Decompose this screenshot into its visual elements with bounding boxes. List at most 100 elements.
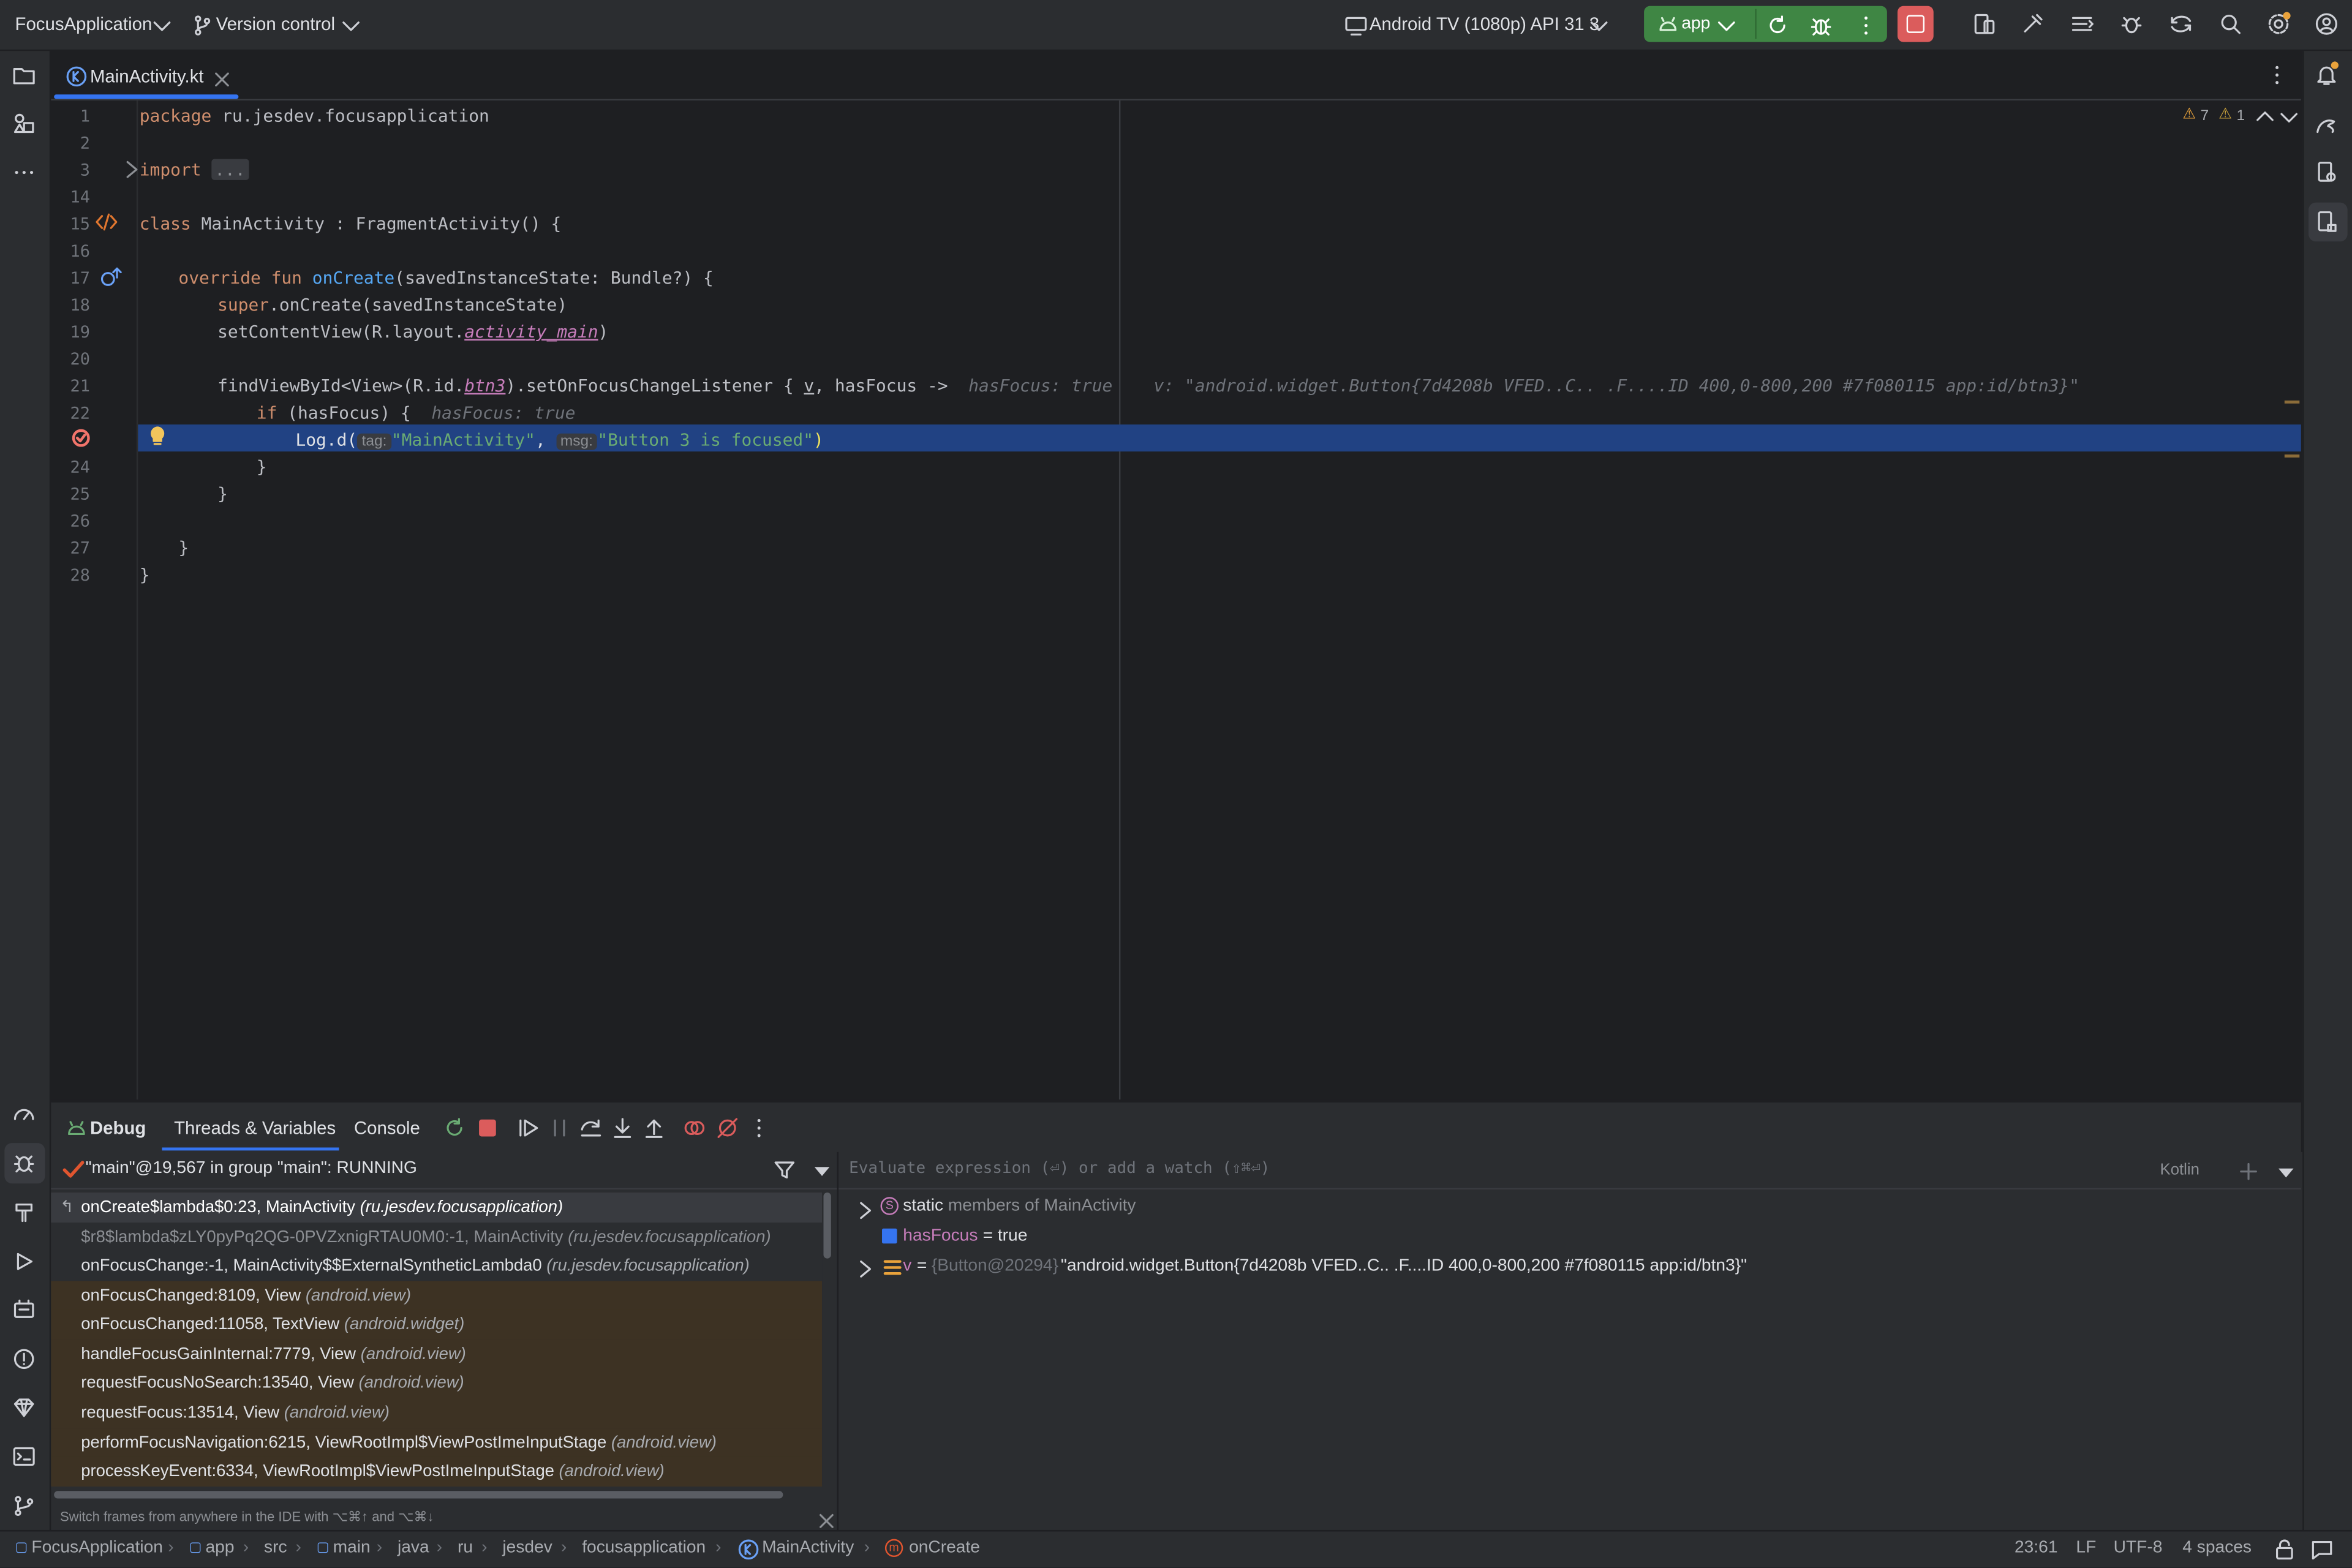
dropdown-arrow-icon[interactable] (810, 1158, 830, 1178)
sdk-manager-icon[interactable] (2021, 12, 2045, 36)
breadcrumb-ru[interactable]: ru (458, 1539, 473, 1557)
more-vertical-icon[interactable] (2265, 63, 2289, 87)
horizontal-scrollbar[interactable] (54, 1491, 783, 1499)
frame-row[interactable]: requestFocusNoSearch:13540, View (androi… (51, 1368, 823, 1398)
notifications-status-icon[interactable] (2310, 1537, 2332, 1560)
debug-tool-icon[interactable] (12, 1150, 36, 1174)
more-vertical-icon[interactable] (1854, 13, 1878, 37)
resume-icon[interactable] (516, 1116, 538, 1137)
chevron-down-icon[interactable] (150, 13, 171, 37)
chevron-up-icon[interactable] (2253, 105, 2274, 121)
version-control-menu[interactable]: Version control (216, 13, 335, 34)
folded-imports[interactable]: ... (211, 159, 249, 180)
override-marker-icon[interactable] (99, 265, 122, 286)
chevron-down-icon[interactable] (2277, 105, 2298, 123)
variable-name[interactable]: hasFocus (903, 1227, 978, 1245)
terminal-icon[interactable] (12, 1444, 36, 1468)
debug-session-tab[interactable]: Debug (90, 1118, 146, 1139)
frame-row[interactable]: onFocusChanged:8109, View (android.view) (51, 1281, 823, 1311)
bug-report-icon[interactable] (2119, 12, 2143, 36)
debug-icon[interactable] (1809, 13, 1833, 37)
gemini-icon[interactable] (12, 1395, 36, 1419)
breadcrumb-project[interactable]: FocusApplication (31, 1539, 162, 1557)
build-icon[interactable] (12, 1200, 36, 1224)
frame-row[interactable]: performFocusNavigation:6215, ViewRootImp… (51, 1428, 823, 1458)
device-manager-icon[interactable] (1972, 12, 1996, 36)
device-selector[interactable]: Android TV (1080p) API 31 3 (1370, 13, 1599, 34)
lightbulb-icon[interactable] (146, 424, 167, 445)
breadcrumb-jesdev[interactable]: jesdev (502, 1539, 552, 1557)
breadcrumb-java[interactable]: java (398, 1539, 429, 1557)
resource-reference[interactable]: activity_main (464, 321, 598, 342)
breadcrumb-src[interactable]: src (264, 1539, 287, 1557)
indent-setting[interactable]: 4 spaces (2182, 1539, 2252, 1557)
app-inspection-icon[interactable] (12, 1297, 36, 1321)
add-watch-icon[interactable] (2236, 1159, 2257, 1180)
view-breakpoints-icon[interactable] (682, 1116, 705, 1137)
frame-row-selected[interactable]: ↰ onCreate$lambda$0:23, MainActivity (ru.… (51, 1192, 823, 1222)
frame-row[interactable]: onFocusChange:-1, MainActivity$$External… (51, 1251, 822, 1280)
git-icon[interactable] (12, 1494, 36, 1518)
more-horizontal-icon[interactable] (12, 160, 36, 184)
running-devices-icon[interactable] (2315, 210, 2339, 234)
breakpoint-icon[interactable] (69, 426, 90, 447)
mute-breakpoints-icon[interactable] (715, 1116, 738, 1138)
lock-icon[interactable] (2272, 1537, 2293, 1560)
breadcrumb-app[interactable]: app (206, 1539, 235, 1557)
step-into-icon[interactable] (611, 1116, 631, 1138)
search-icon[interactable] (2218, 12, 2242, 36)
problems-icon[interactable] (12, 1347, 36, 1371)
caret-position[interactable]: 23:61 (2015, 1539, 2057, 1557)
variable-name[interactable]: v (903, 1257, 911, 1275)
resource-reference[interactable]: btn3 (464, 375, 505, 396)
stop-debug-icon[interactable] (475, 1116, 496, 1137)
resource-manager-icon[interactable] (12, 111, 36, 135)
profiler-icon[interactable] (12, 1102, 36, 1126)
tab-threads-variables[interactable]: Threads & Variables (174, 1118, 336, 1139)
line-separator[interactable]: LF (2076, 1539, 2096, 1557)
static-members[interactable]: members of MainActivity (948, 1197, 1136, 1215)
frame-row[interactable]: requestFocus:13514, View (android.view) (51, 1398, 823, 1428)
sync-icon[interactable] (2169, 12, 2193, 36)
vertical-scrollbar[interactable] (823, 1192, 831, 1259)
warning-count[interactable]: 7 (2201, 108, 2209, 124)
evaluate-expression-input[interactable]: Evaluate expression (⏎) or add a watch (… (849, 1159, 1270, 1177)
chevron-down-icon[interactable] (1714, 13, 1735, 37)
rerun-icon[interactable] (442, 1116, 463, 1137)
weak-warning-count[interactable]: 1 (2236, 108, 2245, 124)
step-over-icon[interactable] (579, 1116, 601, 1137)
frame-row[interactable]: $r8$lambda$zLY0pyPq2QG-0PVZxnigRTAU0M0:-… (51, 1223, 822, 1252)
breadcrumb-package[interactable]: focusapplication (582, 1539, 706, 1557)
thread-selector[interactable]: "main"@19,567 in group "main": RUNNING (86, 1159, 417, 1177)
frame-row[interactable]: processKeyEvent:6334, ViewRootImpl$ViewP… (51, 1456, 823, 1487)
project-folder-icon[interactable] (12, 63, 36, 87)
filter-icon[interactable] (772, 1158, 795, 1179)
account-icon[interactable] (2315, 12, 2339, 36)
fold-chevron-icon[interactable] (120, 157, 138, 178)
logcat-icon[interactable] (2070, 12, 2094, 36)
step-out-icon[interactable] (642, 1116, 663, 1138)
code-marker-icon[interactable] (94, 210, 118, 234)
run-icon[interactable] (12, 1250, 36, 1273)
tab-console[interactable]: Console (354, 1118, 420, 1139)
language-selector[interactable]: Kotlin (2160, 1161, 2199, 1179)
pause-icon[interactable] (548, 1116, 568, 1137)
breadcrumb-main[interactable]: main (333, 1539, 371, 1557)
device-explorer-icon[interactable] (2315, 160, 2339, 184)
run-config-selector[interactable]: app (1681, 15, 1710, 32)
chevron-down-icon[interactable] (1587, 13, 1608, 37)
breadcrumb-class[interactable]: MainActivity (762, 1539, 854, 1557)
close-icon[interactable] (210, 67, 229, 87)
frame-row[interactable]: onFocusChanged:11058, TextView (android.… (51, 1309, 823, 1339)
file-encoding[interactable]: UTF-8 (2114, 1539, 2163, 1557)
code-editor[interactable] (51, 100, 2301, 1100)
dropdown-arrow-icon[interactable] (2274, 1159, 2294, 1179)
expand-chevron-icon[interactable] (853, 1199, 872, 1219)
breadcrumb-method[interactable]: onCreate (909, 1539, 980, 1557)
more-vertical-icon[interactable] (747, 1116, 768, 1137)
apply-changes-icon[interactable] (1765, 13, 1789, 37)
close-icon[interactable] (815, 1509, 834, 1528)
gradle-icon[interactable] (2315, 113, 2339, 137)
chevron-down-icon[interactable] (339, 13, 360, 37)
project-selector[interactable]: FocusApplication (15, 13, 152, 34)
